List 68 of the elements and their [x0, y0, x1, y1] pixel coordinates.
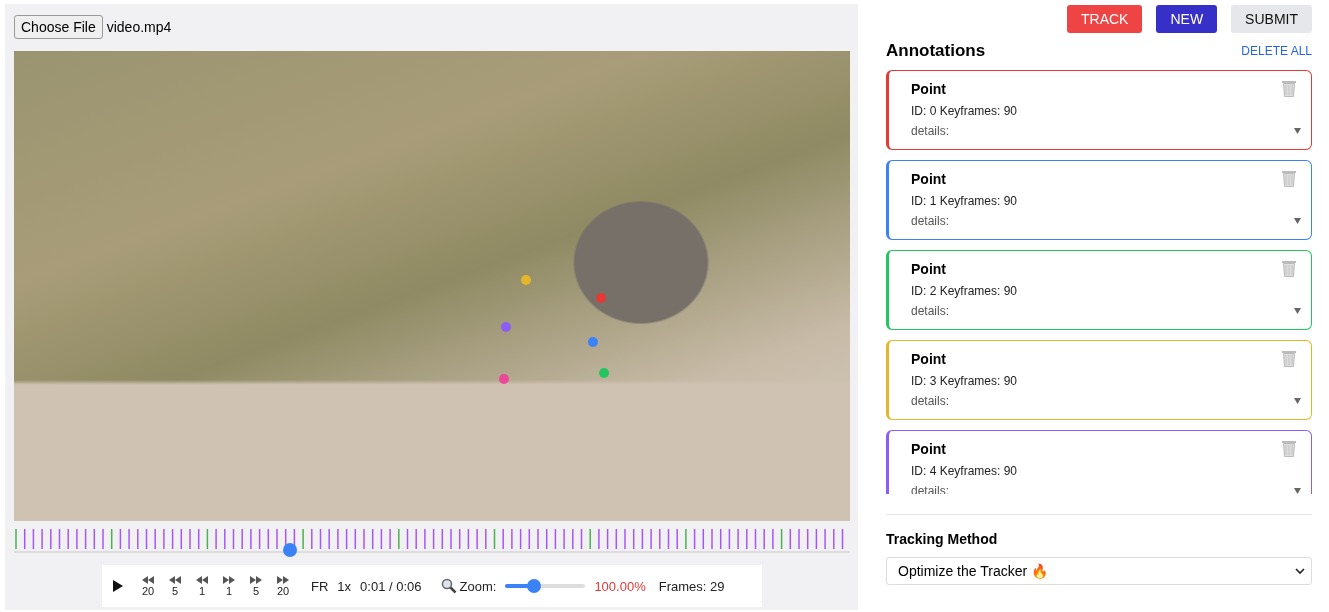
annotations-heading: Annotations	[886, 41, 986, 61]
annotation-info: ID: 4 Keyframes: 90	[911, 464, 1019, 478]
annotation-title: Point	[911, 81, 946, 97]
trash-icon[interactable]	[1281, 349, 1297, 367]
frames-count: Frames: 29	[658, 578, 725, 594]
dropdown-arrow-icon	[1294, 128, 1301, 134]
annotation-title: Point	[911, 171, 946, 187]
annotation-info: ID: 0 Keyframes: 90	[911, 104, 1019, 118]
fast-forward-icon	[276, 575, 290, 585]
point-marker[interactable]	[599, 367, 610, 378]
rewind-icon	[195, 575, 209, 585]
zoom-value: 100.00%	[594, 578, 646, 594]
details-toggle[interactable]: details:	[911, 214, 950, 228]
time-display: 0:01 / 0:06	[360, 578, 422, 594]
dropdown-arrow-icon	[1294, 398, 1301, 404]
annotation-title: Point	[911, 351, 946, 367]
search-icon	[440, 578, 457, 594]
trash-icon[interactable]	[1281, 259, 1297, 277]
frame-rate-label: FR	[311, 578, 329, 594]
annotation-card[interactable]: Point ID: 2 Keyframes: 90 details:	[886, 250, 1312, 330]
choose-file-button[interactable]: Choose File	[14, 15, 103, 39]
trash-icon[interactable]	[1281, 79, 1297, 97]
point-marker[interactable]	[501, 321, 512, 332]
details-toggle[interactable]: details:	[911, 124, 950, 138]
timeline-handle[interactable]	[282, 543, 297, 557]
annotation-card[interactable]: Point ID: 0 Keyframes: 90 details:	[886, 70, 1312, 150]
chevron-icon	[1295, 567, 1305, 575]
action-button[interactable]: NEW	[1156, 5, 1218, 33]
annotation-info: ID: 1 Keyframes: 90	[911, 194, 1019, 208]
rewind-button[interactable]: 20	[137, 575, 159, 597]
action-button[interactable]: TRACK	[1067, 5, 1143, 33]
play-button[interactable]	[112, 579, 124, 593]
tracking-method-label: Tracking Method	[886, 531, 999, 547]
rewind-icon	[168, 575, 182, 585]
tracking-method-dropdown[interactable]: Optimize the Tracker 🔥	[886, 557, 1312, 585]
trash-icon[interactable]	[1281, 169, 1297, 187]
action-button[interactable]: SUBMIT	[1231, 5, 1312, 33]
fast-forward-button[interactable]: 5	[245, 575, 267, 597]
zoom-slider-thumb[interactable]	[527, 579, 542, 593]
fast-forward-button[interactable]: 1	[218, 575, 240, 597]
point-marker[interactable]	[587, 336, 598, 347]
dropdown-arrow-icon	[1294, 488, 1301, 494]
timeline-drawing[interactable]	[14, 527, 850, 553]
annotation-title: Point	[911, 441, 946, 457]
annotation-card[interactable]: Point ID: 1 Keyframes: 90 details:	[886, 160, 1312, 240]
fast-forward-button[interactable]: 20	[272, 575, 294, 597]
zoom-slider[interactable]	[505, 579, 586, 593]
file-name: video.mp4	[106, 19, 172, 35]
point-marker[interactable]	[595, 293, 606, 304]
rewind-button[interactable]: 1	[191, 575, 213, 597]
annotation-info: ID: 3 Keyframes: 90	[911, 374, 1019, 388]
details-toggle[interactable]: details:	[911, 394, 950, 408]
zoom-label: Zoom:	[459, 578, 497, 594]
speed-label[interactable]: 1x	[337, 578, 352, 594]
point-marker[interactable]	[521, 274, 532, 285]
annotation-card[interactable]: Point ID: 3 Keyframes: 90 details:	[886, 340, 1312, 420]
fast-forward-icon	[249, 575, 263, 585]
annotation-info: ID: 2 Keyframes: 90	[911, 284, 1019, 298]
delete-all-link[interactable]: DELETE ALL	[1241, 44, 1312, 58]
rewind-button[interactable]: 5	[164, 575, 186, 597]
annotation-title: Point	[911, 261, 946, 277]
details-toggle[interactable]: details:	[911, 304, 950, 318]
dropdown-arrow-icon	[1294, 218, 1301, 224]
trash-icon[interactable]	[1281, 439, 1297, 457]
fast-forward-icon	[222, 575, 236, 585]
rewind-icon	[141, 575, 155, 585]
dropdown-arrow-icon	[1294, 308, 1301, 314]
point-marker[interactable]	[498, 374, 509, 385]
